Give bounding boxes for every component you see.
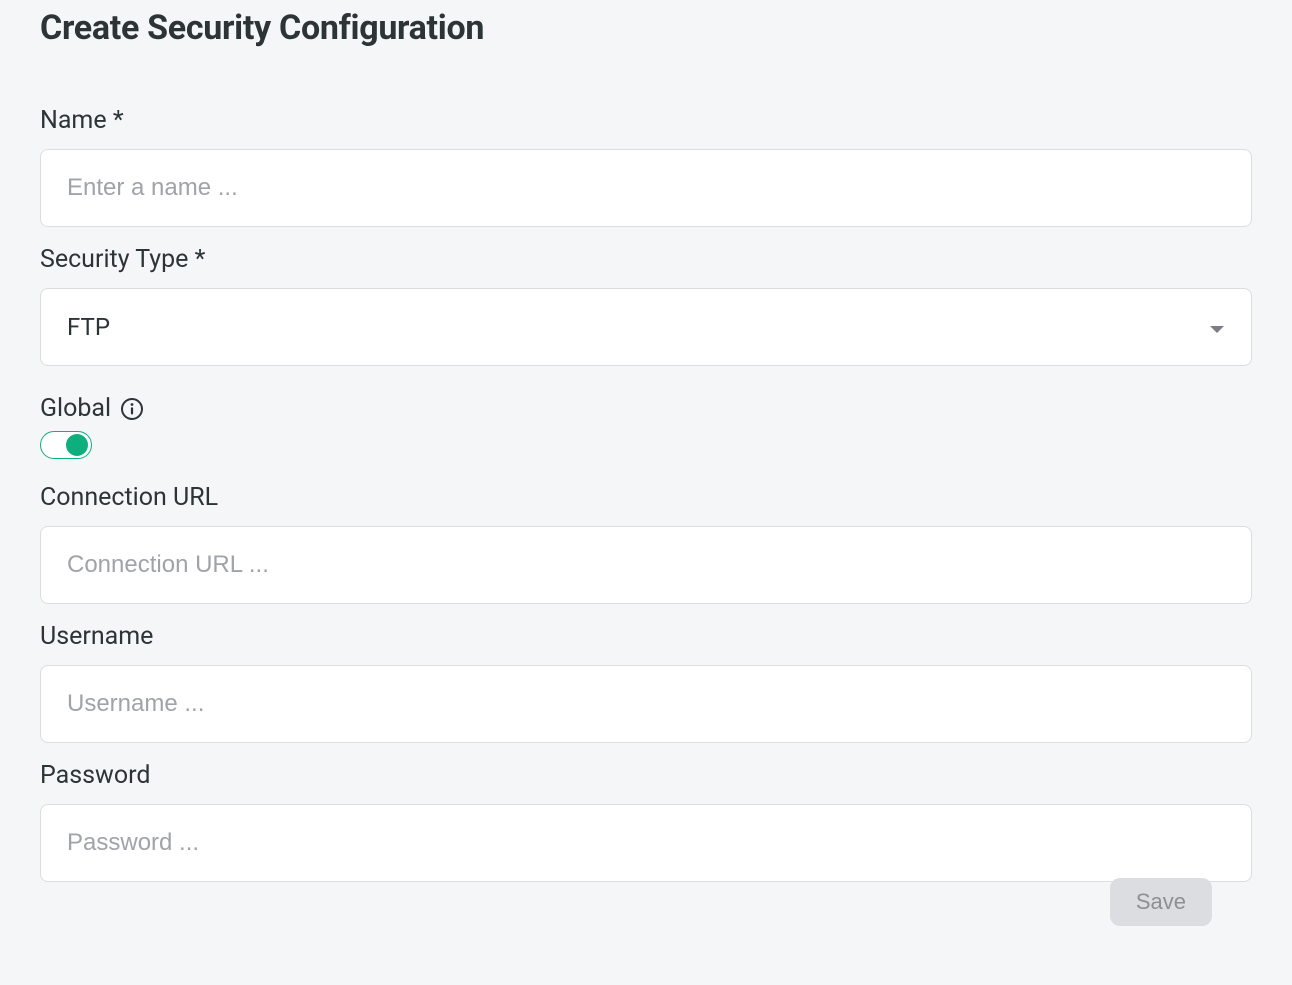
chevron-down-icon	[1209, 313, 1225, 341]
name-input[interactable]	[40, 149, 1252, 227]
connection-url-field: Connection URL	[40, 483, 1252, 604]
username-input[interactable]	[40, 665, 1252, 743]
username-field: Username	[40, 622, 1252, 743]
security-type-select[interactable]: FTP	[40, 288, 1252, 366]
password-input[interactable]	[40, 804, 1252, 882]
info-icon[interactable]	[119, 396, 145, 422]
connection-url-input[interactable]	[40, 526, 1252, 604]
security-type-label: Security Type *	[40, 245, 1252, 274]
name-label: Name *	[40, 106, 1252, 135]
connection-url-label: Connection URL	[40, 483, 1252, 512]
password-label: Password	[40, 761, 1252, 790]
security-type-value: FTP	[67, 313, 110, 341]
page-title: Create Security Configuration	[40, 8, 1252, 48]
global-toggle[interactable]	[40, 431, 92, 459]
name-field: Name *	[40, 106, 1252, 227]
password-field: Password	[40, 761, 1252, 882]
toggle-knob	[66, 434, 88, 456]
global-field: Global	[40, 394, 1252, 459]
global-label: Global	[40, 394, 111, 423]
username-label: Username	[40, 622, 1252, 651]
security-type-field: Security Type * FTP	[40, 245, 1252, 366]
save-button[interactable]: Save	[1110, 878, 1212, 926]
